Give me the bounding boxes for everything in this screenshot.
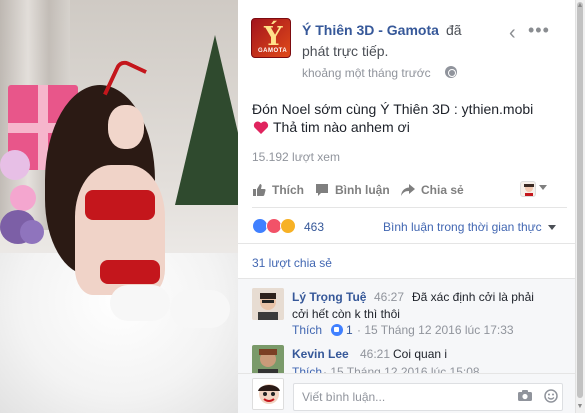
share-label: Chia sẻ <box>421 183 464 197</box>
video-costume-top <box>85 190 155 220</box>
logo-brand: GAMOTA <box>258 48 288 54</box>
reaction-count[interactable]: 463 <box>304 220 324 234</box>
scroll-up-icon[interactable]: ▲ <box>576 2 584 10</box>
video-balloon <box>20 220 44 244</box>
post-text-line: Thả tim nào anhem ơi <box>273 119 410 135</box>
video-balloon <box>10 185 36 211</box>
chevron-down-icon[interactable] <box>548 225 556 230</box>
like-label: Thích <box>272 183 304 197</box>
divider <box>252 207 567 208</box>
comment-avatar[interactable] <box>252 288 284 320</box>
page-name-link[interactable]: Ý Thiên 3D - Gamota <box>302 22 439 38</box>
user-avatar <box>252 378 284 410</box>
comment-label: Bình luận <box>335 183 390 197</box>
comment-timestamp[interactable]: 46:21 <box>360 347 390 361</box>
comment-like-button[interactable]: Thích <box>292 323 322 337</box>
scroll-down-icon[interactable]: ▼ <box>576 403 584 411</box>
post-actions-bar: Thích Bình luận Chia sẻ <box>252 178 552 206</box>
live-video[interactable] <box>0 0 238 413</box>
post-action-text: đã <box>446 22 462 38</box>
page-avatar-logo[interactable]: Ý GAMOTA <box>251 18 291 58</box>
emoji-icon[interactable] <box>544 389 558 403</box>
comment-button[interactable]: Bình luận <box>315 178 390 202</box>
share-count-link[interactable]: 31 lượt chia sẻ <box>252 256 332 270</box>
comment-text: Đã xác định cởi là phải <box>412 290 534 304</box>
chevron-down-icon[interactable] <box>539 185 547 190</box>
post-as-avatar[interactable] <box>520 181 536 197</box>
live-comments-filter[interactable]: Bình luận trong thời gian thực <box>383 220 542 234</box>
video-costume-bottom <box>100 260 160 284</box>
chevron-left-icon[interactable]: ‹ <box>509 23 516 43</box>
comment-author[interactable]: Lý Trọng Tuệ <box>292 290 366 304</box>
post-timestamp[interactable]: khoảng một tháng trước <box>302 66 431 80</box>
divider <box>238 243 575 244</box>
comment-text: Coi quan i <box>393 347 448 361</box>
thumbs-up-icon <box>253 184 266 196</box>
video-balloon <box>0 150 30 180</box>
facebook-live-video-viewer: Ý GAMOTA Ý Thiên 3D - Gamota đã phát trự… <box>0 0 585 413</box>
globe-icon <box>445 66 457 78</box>
comment-date: · 15 Tháng 12 2016 lúc 17:33 <box>357 323 514 337</box>
comment-text: cởi hết còn k thì thôi <box>292 307 400 321</box>
video-person-face <box>108 105 144 149</box>
scrollbar-thumb[interactable] <box>577 2 583 398</box>
heart-icon <box>253 121 269 134</box>
post-text-line: Đón Noel sớm cùng Ý Thiên 3D : ythien.mo… <box>252 101 534 117</box>
video-person-leg <box>110 285 170 321</box>
wow-reaction-icon <box>280 218 296 234</box>
comment-author[interactable]: Kevin Lee <box>292 347 349 361</box>
post-action-text: phát trực tiếp. <box>302 43 389 59</box>
video-christmas-tree <box>175 35 238 205</box>
comment-timestamp[interactable]: 46:27 <box>374 290 404 304</box>
like-button[interactable]: Thích <box>252 178 304 202</box>
comment-icon <box>316 184 328 196</box>
video-person-leg <box>170 290 230 328</box>
comment-like-count[interactable]: 1 <box>346 323 353 337</box>
more-horizontal-icon[interactable]: ••• <box>528 20 550 40</box>
share-button[interactable]: Chia sẻ <box>401 178 464 202</box>
camera-icon[interactable] <box>518 390 532 401</box>
view-count: 15.192 lượt xem <box>252 150 340 164</box>
like-badge-icon <box>331 324 343 336</box>
share-arrow-icon <box>401 184 415 196</box>
